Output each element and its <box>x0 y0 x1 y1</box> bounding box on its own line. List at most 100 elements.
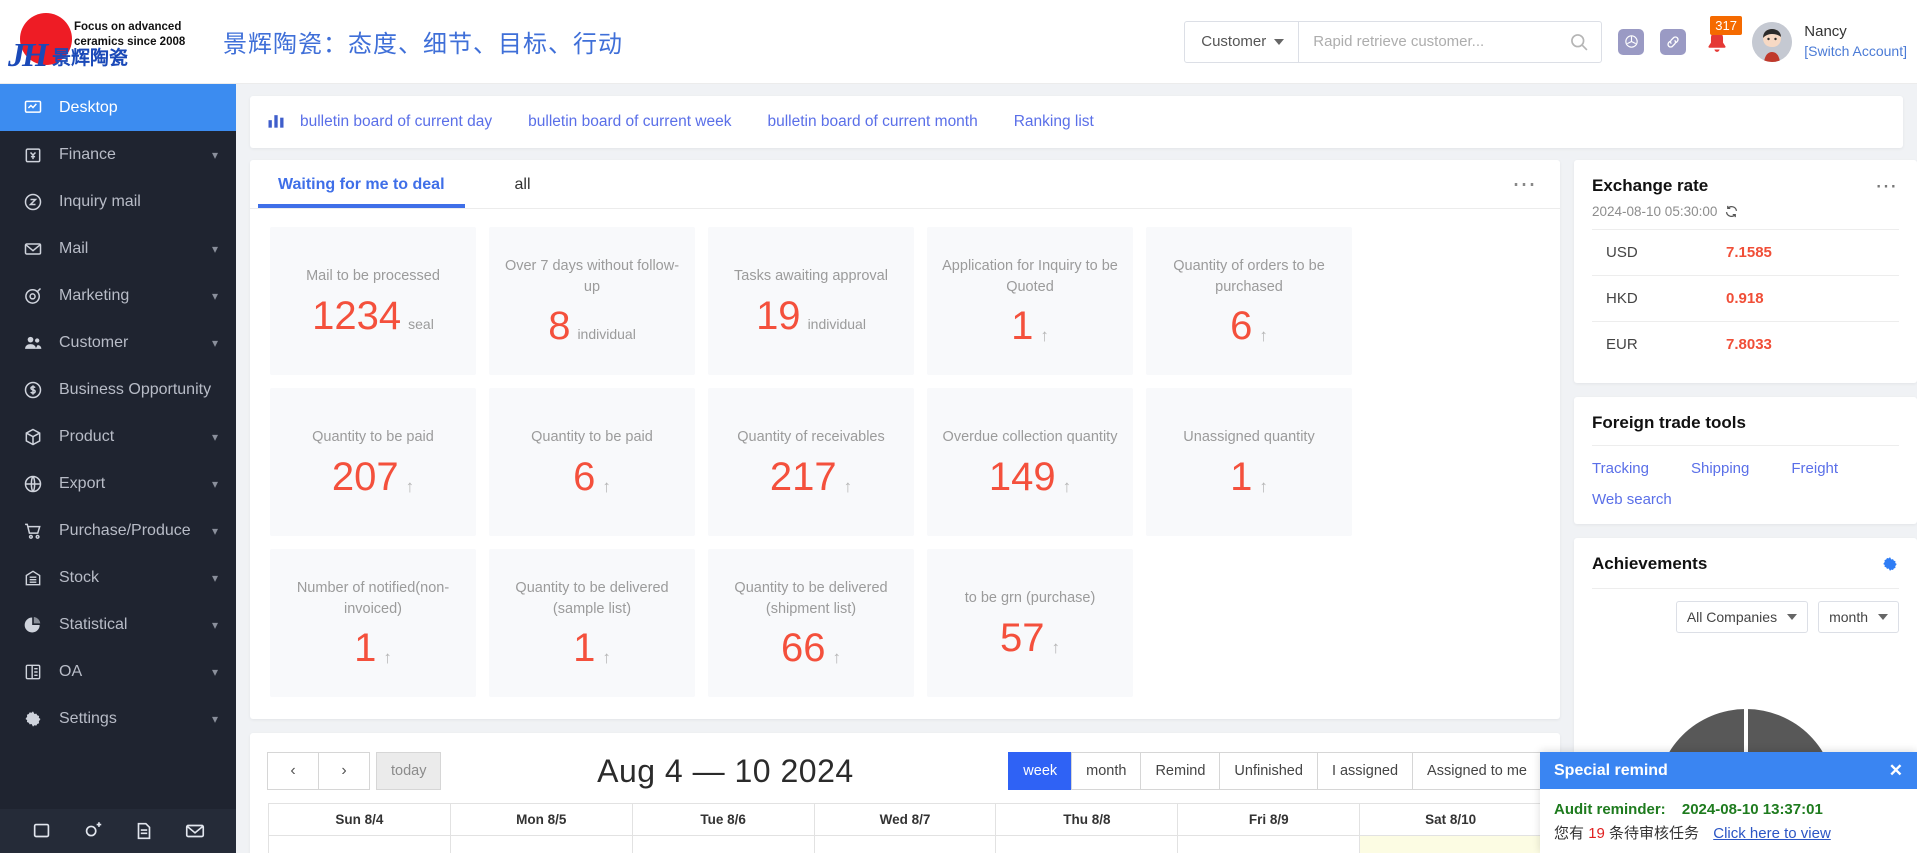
calendar-view-i-assigned[interactable]: I assigned <box>1316 752 1414 790</box>
sidebar-item-business-opportunity[interactable]: Business Opportunity <box>0 366 236 413</box>
tab-list: Waiting for me to deal all <box>258 176 595 208</box>
exchange-rate-more-icon[interactable]: ⋯ <box>1875 175 1899 197</box>
add-contact-icon[interactable] <box>82 820 104 842</box>
period-select[interactable]: month <box>1818 601 1899 633</box>
stat-card-unit: individual <box>577 326 636 343</box>
trend-up-icon: ↑ <box>602 476 611 496</box>
tab-all[interactable]: all <box>509 176 537 208</box>
stat-card[interactable]: Application for Inquiry to be Quoted 1 ↑ <box>927 227 1133 375</box>
sidebar-item-finance[interactable]: Finance ▾ <box>0 131 236 178</box>
stat-card[interactable]: Quantity of receivables 217 ↑ <box>708 388 914 536</box>
calendar-view-week[interactable]: week <box>1008 752 1073 790</box>
calendar-prev-button[interactable]: ‹ <box>267 752 319 790</box>
tool-link-freight[interactable]: Freight <box>1791 460 1838 477</box>
stat-card[interactable]: Over 7 days without follow-up 8 individual <box>489 227 695 375</box>
sidebar-item-label: Purchase/Produce <box>59 521 191 539</box>
calendar-day-cell[interactable] <box>1178 836 1361 853</box>
calendar-day-cell[interactable] <box>815 836 997 853</box>
close-icon[interactable]: ✕ <box>1889 761 1903 781</box>
calendar-next-button[interactable]: › <box>318 752 370 790</box>
special-remind-body: Audit reminder: 2024-08-10 13:37:01 您有 1… <box>1540 789 1917 853</box>
openai-icon[interactable] <box>1618 28 1645 55</box>
avatar[interactable] <box>1752 21 1793 62</box>
exchange-rate-header: Exchange rate ⋯ <box>1592 175 1899 197</box>
sidebar-item-export[interactable]: Export ▾ <box>0 460 236 507</box>
audit-detail-suffix: 条待审核任务 <box>1609 825 1700 842</box>
workbench-more-icon[interactable]: ⋯ <box>1512 173 1538 204</box>
calendar-view-unfinished[interactable]: Unfinished <box>1219 752 1318 790</box>
globe-icon <box>22 473 44 495</box>
tool-link-web-search[interactable]: Web search <box>1592 491 1672 508</box>
stat-card[interactable]: Number of notified(non-invoiced) 1 ↑ <box>270 549 476 697</box>
stat-card-value-row: 8 individual <box>548 306 636 346</box>
bulletin-link-2[interactable]: bulletin board of current month <box>768 113 978 131</box>
sidebar-item-statistical[interactable]: Statistical ▾ <box>0 601 236 648</box>
calendar-day-cell[interactable] <box>1360 836 1542 853</box>
mail-icon[interactable] <box>184 820 206 842</box>
stat-card[interactable]: Tasks awaiting approval 19 individual <box>708 227 914 375</box>
gear-icon[interactable] <box>1881 555 1899 573</box>
audit-view-link[interactable]: Click here to view <box>1713 825 1831 842</box>
calendar-day-cell[interactable] <box>269 836 451 853</box>
stat-card[interactable]: Quantity to be delivered (shipment list)… <box>708 549 914 697</box>
stat-card[interactable]: to be grn (purchase) 57 ↑ <box>927 549 1133 697</box>
calendar-view-month[interactable]: month <box>1071 752 1142 790</box>
chevron-down-icon: ▾ <box>211 288 218 303</box>
stat-card-title: Quantity to be delivered (shipment list) <box>734 579 888 617</box>
calendar-day-cell[interactable] <box>451 836 633 853</box>
stat-card-title: Quantity to be paid <box>531 429 653 446</box>
tool-link-shipping[interactable]: Shipping <box>1691 460 1749 477</box>
calendar-view-assigned-to-me[interactable]: Assigned to me <box>1412 752 1542 790</box>
bulletin-link-1[interactable]: bulletin board of current week <box>528 113 731 131</box>
search-input[interactable] <box>1299 21 1558 62</box>
sidebar-item-customer[interactable]: Customer ▾ <box>0 319 236 366</box>
stat-card-title: Number of notified(non-invoiced) <box>296 579 450 617</box>
calendar-day-header: Tue 8/6 <box>633 804 815 835</box>
search-icon[interactable] <box>1557 22 1601 62</box>
stat-card[interactable]: Mail to be processed 1234 seal <box>270 227 476 375</box>
search-type-label: Customer <box>1201 33 1267 50</box>
notifications-bell[interactable]: 317 <box>1704 15 1742 59</box>
stat-card-title: to be grn (purchase) <box>964 590 1096 607</box>
calendar-today-button[interactable]: today <box>376 752 442 790</box>
sidebar-item-desktop[interactable]: Desktop <box>0 84 236 131</box>
calendar-day-cell[interactable] <box>996 836 1179 853</box>
calendar-day-cell[interactable] <box>633 836 815 853</box>
stat-card-value: 57 <box>1000 615 1045 660</box>
stat-card[interactable]: Overdue collection quantity 149 ↑ <box>927 388 1133 536</box>
tab-waiting-for-me-to-deal[interactable]: Waiting for me to deal <box>258 176 465 208</box>
tool-link-tracking[interactable]: Tracking <box>1592 460 1649 477</box>
sidebar-item-oa[interactable]: OA ▾ <box>0 648 236 695</box>
sidebar-item-stock[interactable]: Stock ▾ <box>0 554 236 601</box>
stat-card-title: Mail to be processed <box>306 268 440 285</box>
stat-card[interactable]: Quantity to be paid 207 ↑ <box>270 388 476 536</box>
search-type-dropdown[interactable]: Customer <box>1185 21 1300 62</box>
foreign-trade-header: Foreign trade tools <box>1592 413 1899 433</box>
stat-card[interactable]: Quantity to be paid 6 ↑ <box>489 388 695 536</box>
document-icon[interactable] <box>133 820 155 842</box>
calendar-view-remind[interactable]: Remind <box>1140 752 1221 790</box>
sidebar-item-purchase-produce[interactable]: Purchase/Produce ▾ <box>0 507 236 554</box>
calendar-day-header: Wed 8/7 <box>815 804 997 835</box>
bulletin-link-3[interactable]: Ranking list <box>1014 113 1094 131</box>
exchange-rate-rows: USD 7.1585 HKD 0.918 EUR 7.8033 <box>1592 229 1899 367</box>
stat-card[interactable]: Quantity of orders to be purchased 6 ↑ <box>1146 227 1352 375</box>
link-icon[interactable] <box>1660 28 1687 55</box>
chevron-down-icon: ▾ <box>211 617 218 632</box>
sidebar-item-product[interactable]: Product ▾ <box>0 413 236 460</box>
chevron-down-icon: ▾ <box>211 664 218 679</box>
refresh-icon[interactable] <box>1724 204 1739 219</box>
special-remind-title: Special remind <box>1554 761 1668 779</box>
sidebar-item-marketing[interactable]: Marketing ▾ <box>0 272 236 319</box>
stat-card[interactable]: Quantity to be delivered (sample list) 1 ↑ <box>489 549 695 697</box>
switch-account-link[interactable]: [Switch Account] <box>1804 42 1907 61</box>
note-icon[interactable] <box>31 820 53 842</box>
brand-logo[interactable]: JH 景辉陶瓷 Focus on advanced ceramics since… <box>0 11 215 74</box>
stat-card[interactable]: Unassigned quantity 1 ↑ <box>1146 388 1352 536</box>
bulletin-link-0[interactable]: bulletin board of current day <box>300 113 492 131</box>
sidebar-item-settings[interactable]: Settings ▾ <box>0 695 236 742</box>
company-select[interactable]: All Companies <box>1675 601 1809 633</box>
sidebar-item-inquiry-mail[interactable]: Inquiry mail <box>0 178 236 225</box>
chevron-down-icon: ▾ <box>211 335 218 350</box>
sidebar-item-mail[interactable]: Mail ▾ <box>0 225 236 272</box>
